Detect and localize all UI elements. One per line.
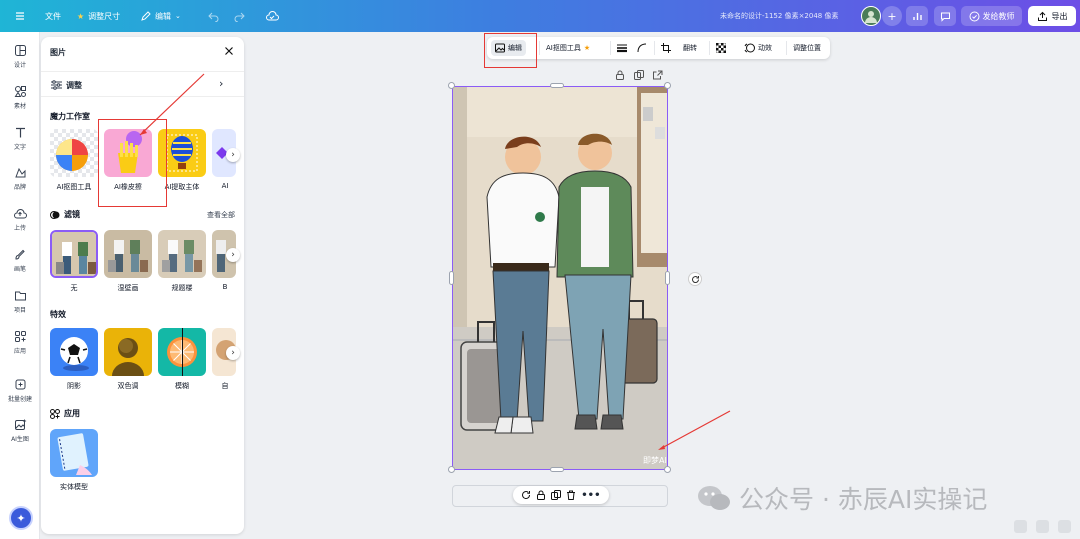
wechat-watermark: 公众号 · 赤辰AI实操记 (697, 480, 987, 516)
wechat-icon (698, 486, 730, 510)
fullscreen-control[interactable] (1058, 520, 1071, 533)
trash-icon[interactable] (566, 490, 576, 500)
refresh-icon[interactable] (521, 490, 531, 500)
more-icon[interactable]: ••• (581, 490, 600, 501)
element-quick-actions: ••• (513, 486, 609, 504)
page-view-control[interactable] (1036, 520, 1049, 533)
zoom-control[interactable] (1014, 520, 1027, 533)
lock-icon[interactable] (536, 490, 546, 500)
duplicate-icon[interactable] (551, 490, 562, 500)
annotation-arrows (139, 73, 731, 450)
